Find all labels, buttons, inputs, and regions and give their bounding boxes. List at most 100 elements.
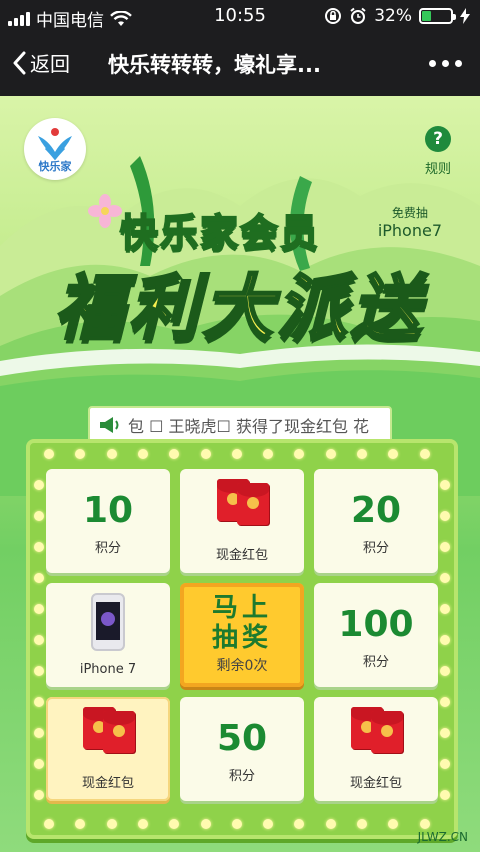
light-dot [34,542,44,552]
light-dot [440,728,450,738]
draw-remaining: 剩余0次 [216,658,268,674]
light-dot [200,819,211,829]
prize-label: 积分 [362,655,389,670]
flower-icon [88,194,122,228]
light-dot [440,635,450,645]
light-dot [75,819,86,829]
light-dot [440,604,450,614]
charging-icon [460,8,470,24]
light-dot [263,819,274,829]
prize-label: 积分 [94,541,121,556]
light-dot [440,666,450,676]
light-dot [294,819,305,829]
prize-cell-red-packet[interactable]: 现金红包 [180,469,304,573]
prize-cell-points[interactable]: 20 积分 [314,469,438,573]
prize-cell-points[interactable]: 10 积分 [46,469,170,573]
light-dot [106,449,117,459]
light-dot [137,819,148,829]
red-packet-icon [207,479,277,535]
marquee-text: 包 ☐ 王晓虎☐ 获得了现金红包 花 [128,417,370,436]
prize-label: 现金红包 [349,776,402,791]
prize-cell-red-packet[interactable]: 现金红包 [314,697,438,801]
light-dot [419,449,430,459]
light-dot [34,728,44,738]
status-bar: 中国电信 10:55 32% [0,0,480,32]
light-dot [34,666,44,676]
brand-logo: 快乐家 [24,118,86,180]
red-packet-icon [103,711,135,753]
light-dot [34,511,44,521]
prize-cell-points[interactable]: 100 积分 [314,583,438,687]
light-dot [440,790,450,800]
status-right: 32% [324,6,470,26]
light-dot [44,819,54,829]
back-button[interactable]: 返回 [12,48,70,77]
prize-value: 10 [82,490,134,531]
title-main: 福利大派送 [54,266,425,351]
light-dot [34,790,44,800]
light-dot [34,604,44,614]
rules-label: 规则 [424,162,451,177]
light-dot [231,819,242,829]
red-packet-icon [237,483,269,525]
iphone-image [73,593,143,651]
red-packet-icon [341,707,411,763]
light-dot [325,819,336,829]
light-dot [34,697,44,707]
prize-label: 现金红包 [81,776,134,791]
watermark: JLWZ.CN [417,830,468,844]
draw-button[interactable]: 马上 抽奖 剩余0次 [180,583,304,687]
light-dot [34,635,44,645]
question-icon: ? [425,126,451,152]
light-dot [325,449,336,459]
light-dot [388,449,399,459]
prize-cell-red-packet[interactable]: 现金红包 [46,697,170,801]
light-dot [419,819,430,829]
more-options-button[interactable] [429,60,462,67]
light-dot [440,759,450,769]
prize-value: 50 [216,718,268,759]
lottery-page: 快乐家 ? 规则 快乐家会员 免费抽 iPhone7 福利大派送 包 ☐ 王晓虎… [0,96,480,852]
light-dot [440,573,450,583]
light-dot [440,542,450,552]
prize-label: 积分 [228,769,255,784]
prize-cell-points[interactable]: 50 积分 [180,697,304,801]
light-dot [263,449,274,459]
light-dot [200,449,211,459]
prize-label: 现金红包 [215,548,268,563]
free-draw-prize: iPhone7 [377,221,442,240]
light-dot [169,819,180,829]
prize-label: iPhone 7 [79,662,137,677]
light-dot [357,449,367,459]
rotation-lock-icon [325,8,342,24]
light-dot [34,480,44,490]
light-dot [440,480,450,490]
light-dot [169,449,180,459]
prize-label: 积分 [362,541,389,556]
alarm-icon [350,7,366,24]
chevron-left-icon [13,51,26,74]
page-title: 快乐转转转，壕礼享... [108,53,321,77]
light-dot [440,697,450,707]
light-dot [294,449,305,459]
prize-cell-iphone[interactable]: iPhone 7 [46,583,170,687]
light-dot [388,819,399,829]
draw-button-line2: 抽奖 [211,623,272,653]
prize-value: 20 [350,490,402,531]
light-dot [231,449,242,459]
battery-icon [419,8,456,24]
light-dot [440,511,450,521]
rules-button[interactable]: ? 规则 [418,126,458,177]
prize-value: 100 [338,604,414,645]
red-packet-icon [371,711,403,753]
title-subheading: 快乐家会员 [119,210,321,256]
draw-button-line1: 马上 [211,593,272,623]
light-dot [357,819,367,829]
logo-text: 快乐家 [38,160,72,173]
light-dot [34,573,44,583]
megaphone-icon [100,417,119,433]
back-label: 返回 [30,52,70,76]
phone-icon [91,593,125,651]
light-dot [34,759,44,769]
light-dot [106,819,117,829]
